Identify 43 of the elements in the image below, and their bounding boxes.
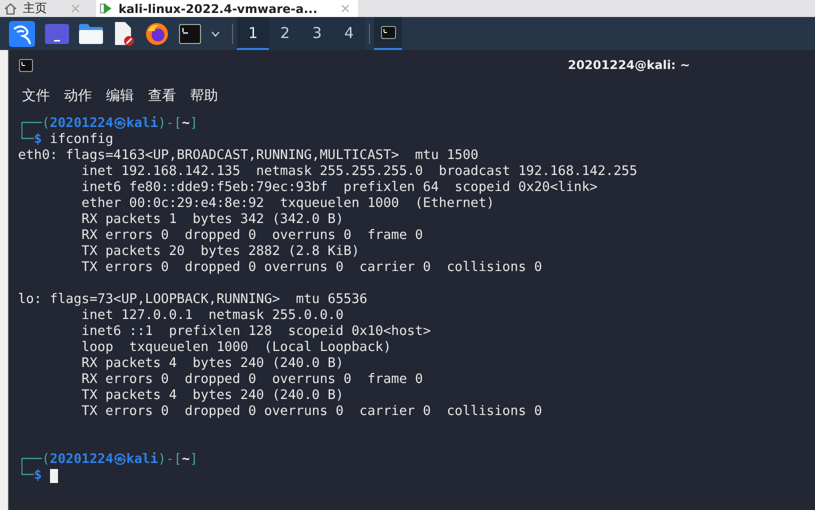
workspace-button[interactable]: 4	[333, 17, 365, 50]
menu-item[interactable]: 动作	[64, 87, 92, 105]
terminal-line: eth0: flags=4163<UP,BROADCAST,RUNNING,MULTICAST> mtu 1500	[18, 148, 480, 164]
menu-item[interactable]: 查看	[148, 87, 176, 105]
folder-icon[interactable]	[79, 24, 103, 44]
terminal-line: TX errors 0 dropped 0 overruns 0 carrier 0 collisions 0	[80, 260, 544, 276]
terminal-line: loop txqueuelen 1000 (Local Loopback)	[80, 340, 392, 356]
window-button[interactable]	[374, 17, 402, 50]
terminal-line: RX errors 0 dropped 0 overruns 0 frame 0	[80, 228, 424, 244]
prompt-line: └─$	[18, 468, 42, 484]
terminal-line: RX packets 4 bytes 240 (240.0 B)	[80, 356, 345, 372]
firefox-icon[interactable]	[145, 22, 169, 46]
terminal-icon	[19, 58, 33, 72]
menu-item[interactable]: 文件	[22, 87, 50, 105]
terminal-icon[interactable]	[179, 24, 201, 44]
dragon-logo-icon[interactable]	[9, 20, 35, 46]
terminal-line: TX packets 20 bytes 2882 (2.8 KiB)	[80, 244, 360, 260]
workspace-button[interactable]: 3	[301, 17, 333, 50]
menu-item[interactable]: 帮助	[190, 87, 218, 105]
terminal-icon	[380, 26, 396, 39]
terminal-line: lo: flags=73<UP,LOOPBACK,RUNNING> mtu 65536	[18, 292, 368, 308]
prompt-line: ┌──(20201224㉿kali)-[~]	[18, 452, 199, 467]
terminal-line: RX errors 0 dropped 0 overruns 0 frame 0	[80, 372, 424, 388]
terminal-line: inet6 fe80::dde9:f5eb:79ec:93bf prefixlen 64 scopeid 0x20<link>	[80, 180, 599, 196]
home-icon	[4, 2, 17, 14]
terminal-line: inet 192.168.142.135 netmask 255.255.255.0 broadcast 192.168.142.255	[80, 164, 638, 180]
browser-tab[interactable]: kali-linux-2022.4-vmware-a...	[96, 0, 358, 17]
terminal-line: TX packets 4 bytes 240 (240.0 B)	[80, 388, 345, 404]
menu-item[interactable]: 编辑	[106, 87, 134, 105]
terminal-line: TX errors 0 dropped 0 overruns 0 carrier 0 collisions 0	[80, 404, 544, 420]
workspace-button[interactable]: 1	[237, 17, 269, 50]
prompt-line: └─$ ifconfig	[18, 132, 114, 148]
chevron-down-icon[interactable]	[211, 30, 220, 36]
document-icon[interactable]	[113, 22, 135, 46]
workspace-button[interactable]: 2	[269, 17, 301, 50]
terminal-line: RX packets 1 bytes 342 (342.0 B)	[80, 212, 345, 228]
play-icon	[100, 2, 112, 15]
terminal-line: inet6 ::1 prefixlen 128 scopeid 0x10<host>	[80, 324, 432, 340]
terminal-line: ether 00:0c:29:e4:8e:92 txqueuelen 1000 (Ethernet)	[80, 196, 496, 212]
terminal-line: inet 127.0.0.1 netmask 255.0.0.0	[80, 308, 345, 324]
window-title: 20201224@kali: ~	[568, 58, 690, 72]
browser-tab[interactable]: 主页	[0, 0, 88, 17]
prompt-line: ┌──(20201224㉿kali)-[~]	[18, 116, 199, 131]
